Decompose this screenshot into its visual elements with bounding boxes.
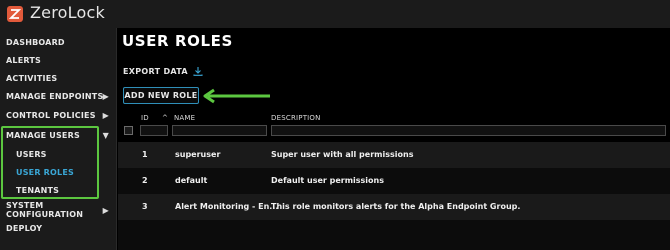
sidebar-item-deploy[interactable]: DEPLOY xyxy=(0,219,117,237)
sidebar-item-alerts[interactable]: ALERTS xyxy=(0,51,117,69)
table-row xyxy=(118,220,670,250)
column-header-name[interactable]: NAME xyxy=(174,114,195,122)
column-header-id[interactable]: ID xyxy=(141,114,149,122)
table-row[interactable]: 2 default Default user permissions xyxy=(118,168,670,194)
id-filter-input[interactable] xyxy=(140,125,168,136)
add-new-role-button[interactable]: ADD NEW ROLE xyxy=(123,87,199,104)
sidebar-item-system-configuration[interactable]: SYSTEM CONFIGURATION ▶ xyxy=(0,201,117,219)
chevron-down-icon: ▼ xyxy=(102,131,109,140)
description-filter-input[interactable] xyxy=(271,125,666,136)
row-name: Alert Monitoring - En... xyxy=(175,202,279,211)
sidebar-item-control-policies[interactable]: CONTROL POLICIES ▶ xyxy=(0,106,117,124)
sidebar-item-label: SYSTEM CONFIGURATION xyxy=(6,201,84,219)
zerolock-logo-icon xyxy=(7,6,23,22)
main-content: USER ROLES EXPORT DATA ADD NEW ROLE ID ^… xyxy=(118,28,670,250)
table-row[interactable]: 1 superuser Super user with all permissi… xyxy=(118,142,670,168)
arrow-annotation-icon xyxy=(203,88,270,104)
row-id: 3 xyxy=(142,202,148,211)
chevron-right-icon: ▶ xyxy=(102,92,109,101)
sidebar-item-dashboard[interactable]: DASHBOARD xyxy=(0,33,117,51)
chevron-right-icon: ▶ xyxy=(102,111,109,120)
export-data-label: EXPORT DATA xyxy=(123,66,188,76)
column-header-description[interactable]: DESCRIPTION xyxy=(271,114,321,122)
sidebar-item-label: MANAGE ENDPOINTS xyxy=(6,91,104,101)
row-id: 1 xyxy=(142,150,148,159)
manage-users-highlight xyxy=(1,126,99,199)
sort-ascending-icon[interactable]: ^ xyxy=(162,114,168,122)
sidebar-item-manage-endpoints[interactable]: MANAGE ENDPOINTS ▶ xyxy=(0,87,117,105)
page-title: USER ROLES xyxy=(122,32,233,50)
app-brand: ZeroLock xyxy=(30,3,105,22)
top-bar: ZeroLock xyxy=(0,0,670,28)
select-all-checkbox[interactable] xyxy=(124,126,133,135)
row-name: superuser xyxy=(175,150,221,159)
sidebar-item-activities[interactable]: ACTIVITIES xyxy=(0,69,117,87)
sidebar-item-label: CONTROL POLICIES xyxy=(6,110,96,120)
name-filter-input[interactable] xyxy=(172,125,267,136)
row-description: This role monitors alerts for the Alpha … xyxy=(271,202,521,211)
export-data-link[interactable]: EXPORT DATA xyxy=(123,66,203,76)
row-description: Super user with all permissions xyxy=(271,150,414,159)
table-row[interactable]: 3 Alert Monitoring - En... This role mon… xyxy=(118,194,670,220)
row-name: default xyxy=(175,176,208,185)
row-id: 2 xyxy=(142,176,148,185)
download-icon xyxy=(193,67,203,76)
chevron-right-icon: ▶ xyxy=(102,206,109,215)
row-description: Default user permissions xyxy=(271,176,384,185)
